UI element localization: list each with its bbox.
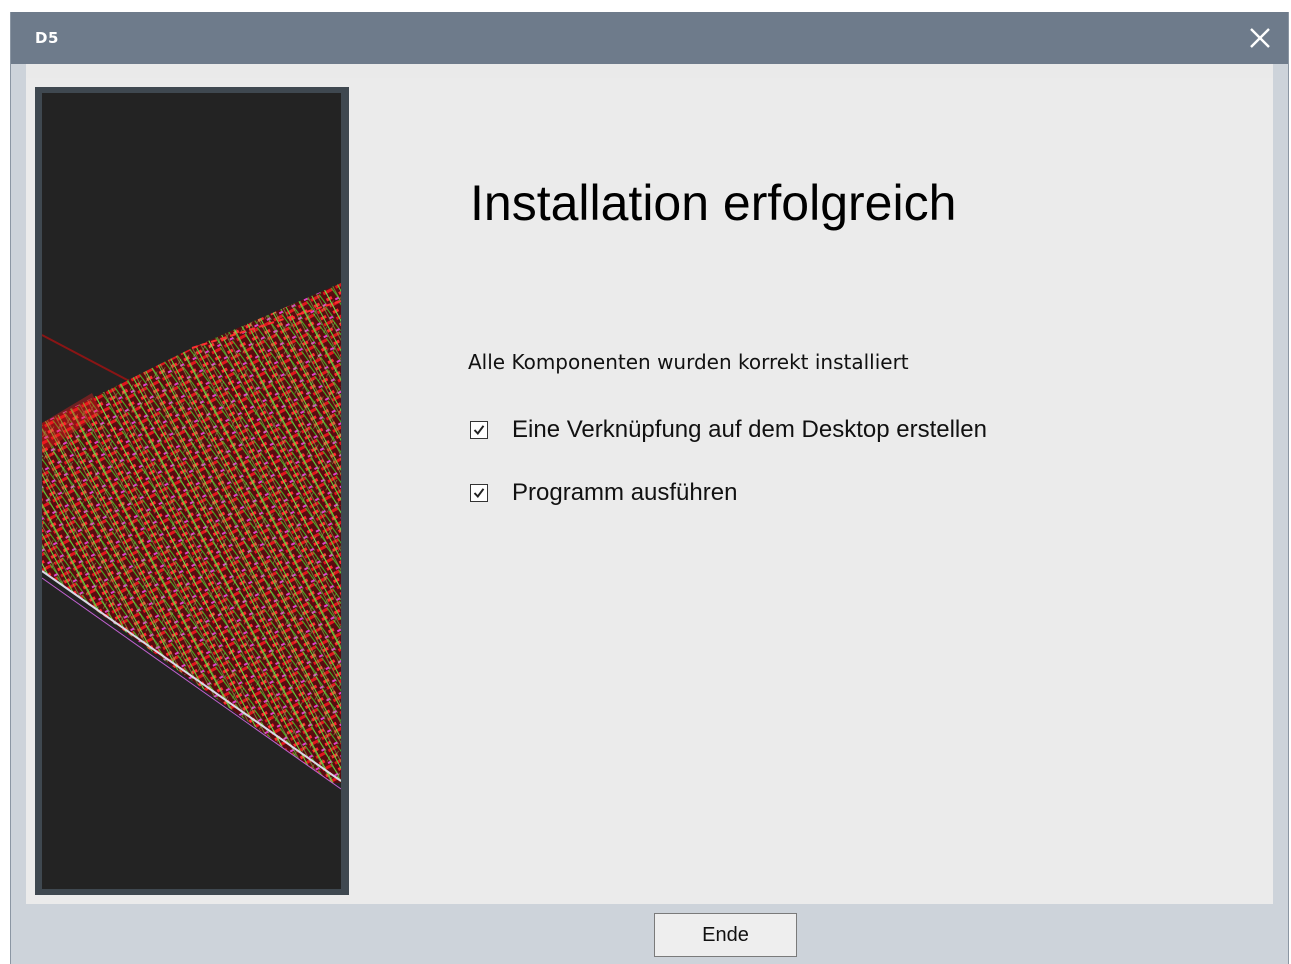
run-program-checkbox[interactable] bbox=[470, 484, 488, 502]
side-banner-image bbox=[35, 87, 349, 895]
close-button[interactable] bbox=[1232, 12, 1288, 64]
end-button[interactable]: Ende bbox=[654, 913, 797, 957]
run-program-label[interactable]: Programm ausführen bbox=[512, 479, 737, 507]
window-title: D5 bbox=[35, 29, 59, 47]
window-frame-left bbox=[11, 64, 26, 964]
close-icon bbox=[1250, 28, 1270, 48]
content-area: Installation erfolgreich Alle Komponente… bbox=[26, 78, 1273, 904]
button-bar bbox=[11, 904, 1288, 964]
wireframe-render-image bbox=[42, 283, 341, 790]
window-frame-right bbox=[1273, 64, 1288, 964]
run-program-option[interactable]: Programm ausführen bbox=[470, 479, 737, 507]
installer-window: D5 Installation erfolgreich Alle Kompone… bbox=[10, 12, 1289, 964]
desktop-shortcut-checkbox[interactable] bbox=[470, 421, 488, 439]
page-title: Installation erfolgreich bbox=[470, 175, 957, 231]
desktop-shortcut-label[interactable]: Eine Verknüpfung auf dem Desktop erstell… bbox=[512, 416, 987, 444]
create-desktop-shortcut-option[interactable]: Eine Verknüpfung auf dem Desktop erstell… bbox=[470, 416, 987, 444]
status-message: Alle Komponenten wurden korrekt installi… bbox=[468, 350, 909, 374]
title-bar: D5 bbox=[11, 12, 1288, 64]
checkmark-icon bbox=[473, 488, 485, 499]
checkmark-icon bbox=[473, 425, 485, 436]
